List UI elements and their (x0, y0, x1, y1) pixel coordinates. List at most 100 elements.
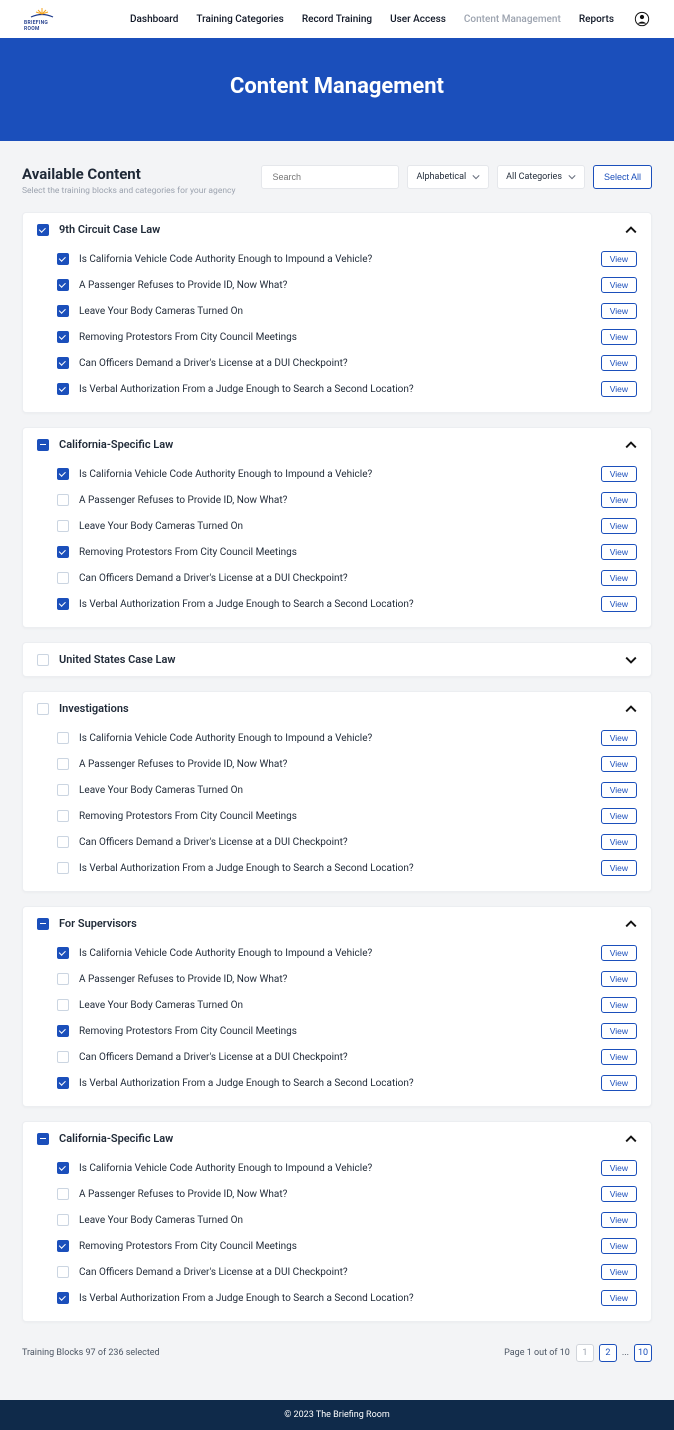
item-checkbox[interactable] (57, 1240, 69, 1252)
logo[interactable]: BRIEFING ROOM (24, 6, 60, 32)
view-button[interactable]: View (601, 1049, 637, 1065)
item-checkbox[interactable] (57, 1266, 69, 1278)
item-checkbox[interactable] (57, 973, 69, 985)
item-checkbox[interactable] (57, 357, 69, 369)
content-item: Can Officers Demand a Driver's License a… (37, 565, 637, 591)
category-checkbox[interactable] (37, 654, 49, 666)
category-checkbox[interactable] (37, 1133, 49, 1145)
item-checkbox[interactable] (57, 732, 69, 744)
page-button[interactable]: 1 (576, 1344, 594, 1362)
item-checkbox[interactable] (57, 999, 69, 1011)
category-checkbox[interactable] (37, 703, 49, 715)
nav-reports[interactable]: Reports (579, 14, 614, 25)
category-header[interactable]: California-Specific Law (23, 1122, 651, 1155)
content-item: Removing Protestors From City Council Me… (37, 803, 637, 829)
view-button[interactable]: View (601, 997, 637, 1013)
item-checkbox[interactable] (57, 383, 69, 395)
nav-record-training[interactable]: Record Training (302, 14, 372, 25)
item-checkbox[interactable] (57, 1051, 69, 1063)
item-checkbox[interactable] (57, 1077, 69, 1089)
item-checkbox[interactable] (57, 1025, 69, 1037)
view-button[interactable]: View (601, 251, 637, 267)
view-button[interactable]: View (601, 971, 637, 987)
category-header[interactable]: United States Case Law (23, 643, 651, 676)
category-toggle[interactable] (625, 918, 637, 930)
search-input[interactable] (261, 165, 399, 189)
item-checkbox[interactable] (57, 520, 69, 532)
item-label: Can Officers Demand a Driver's License a… (79, 1267, 348, 1278)
view-button[interactable]: View (601, 1264, 637, 1280)
view-button[interactable]: View (601, 1212, 637, 1228)
view-button[interactable]: View (601, 381, 637, 397)
category-header[interactable]: California-Specific Law (23, 428, 651, 461)
view-button[interactable]: View (601, 730, 637, 746)
category-checkbox[interactable] (37, 918, 49, 930)
page-button[interactable]: 2 (599, 1344, 617, 1362)
view-button[interactable]: View (601, 945, 637, 961)
view-button[interactable]: View (601, 1186, 637, 1202)
category-header[interactable]: 9th Circuit Case Law (23, 213, 651, 246)
category-card: California-Specific LawIs California Veh… (22, 1121, 652, 1322)
nav-dashboard[interactable]: Dashboard (130, 14, 178, 25)
view-button[interactable]: View (601, 1290, 637, 1306)
category-toggle[interactable] (625, 654, 637, 666)
item-checkbox[interactable] (57, 331, 69, 343)
view-button[interactable]: View (601, 596, 637, 612)
item-checkbox[interactable] (57, 598, 69, 610)
category-header[interactable]: Investigations (23, 692, 651, 725)
category-toggle[interactable] (625, 439, 637, 451)
nav-training-categories[interactable]: Training Categories (196, 14, 283, 25)
category-toggle[interactable] (625, 224, 637, 236)
item-checkbox[interactable] (57, 784, 69, 796)
item-checkbox[interactable] (57, 305, 69, 317)
category-toggle[interactable] (625, 1133, 637, 1145)
item-checkbox[interactable] (57, 572, 69, 584)
item-checkbox[interactable] (57, 1214, 69, 1226)
view-button[interactable]: View (601, 303, 637, 319)
view-button[interactable]: View (601, 570, 637, 586)
view-button[interactable]: View (601, 466, 637, 482)
view-button[interactable]: View (601, 834, 637, 850)
view-button[interactable]: View (601, 492, 637, 508)
nav-user-access[interactable]: User Access (390, 14, 446, 25)
page-ellipsis: ... (622, 1348, 629, 1358)
view-button[interactable]: View (601, 1075, 637, 1091)
view-button[interactable]: View (601, 860, 637, 876)
item-checkbox[interactable] (57, 468, 69, 480)
view-button[interactable]: View (601, 808, 637, 824)
item-checkbox[interactable] (57, 862, 69, 874)
item-checkbox[interactable] (57, 1162, 69, 1174)
view-button[interactable]: View (601, 782, 637, 798)
view-button[interactable]: View (601, 518, 637, 534)
view-button[interactable]: View (601, 544, 637, 560)
hero-title: Content Management (0, 74, 674, 99)
item-checkbox[interactable] (57, 494, 69, 506)
category-toggle[interactable] (625, 703, 637, 715)
view-button[interactable]: View (601, 277, 637, 293)
select-all-button[interactable]: Select All (593, 165, 652, 189)
view-button[interactable]: View (601, 756, 637, 772)
item-checkbox[interactable] (57, 836, 69, 848)
category-checkbox[interactable] (37, 439, 49, 451)
item-checkbox[interactable] (57, 810, 69, 822)
sort-select[interactable]: Alphabetical (407, 165, 489, 189)
item-checkbox[interactable] (57, 279, 69, 291)
nav-content-management[interactable]: Content Management (464, 14, 561, 25)
page-button[interactable]: 10 (634, 1344, 652, 1362)
category-checkbox[interactable] (37, 224, 49, 236)
filter-select[interactable]: All Categories (497, 165, 585, 189)
item-checkbox[interactable] (57, 1188, 69, 1200)
item-checkbox[interactable] (57, 253, 69, 265)
item-label: Removing Protestors From City Council Me… (79, 1026, 297, 1037)
view-button[interactable]: View (601, 1023, 637, 1039)
view-button[interactable]: View (601, 1160, 637, 1176)
item-checkbox[interactable] (57, 1292, 69, 1304)
category-header[interactable]: For Supervisors (23, 907, 651, 940)
view-button[interactable]: View (601, 329, 637, 345)
item-checkbox[interactable] (57, 546, 69, 558)
view-button[interactable]: View (601, 1238, 637, 1254)
item-checkbox[interactable] (57, 758, 69, 770)
view-button[interactable]: View (601, 355, 637, 371)
account-button[interactable] (634, 11, 650, 27)
item-checkbox[interactable] (57, 947, 69, 959)
